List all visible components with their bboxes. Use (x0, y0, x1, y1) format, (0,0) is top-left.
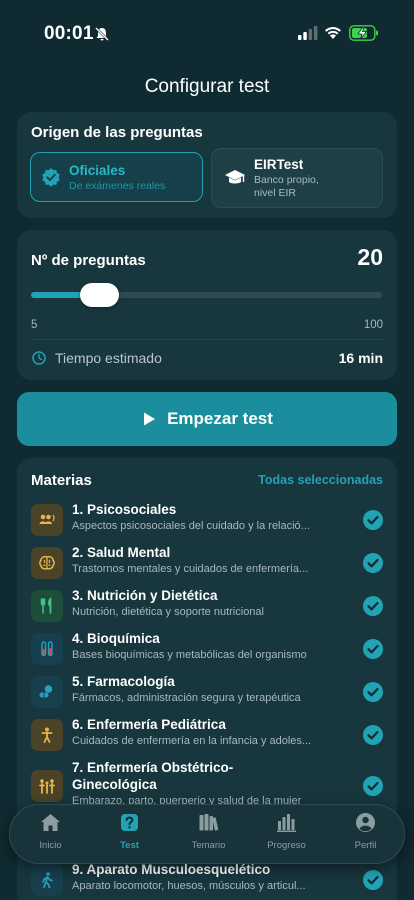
nav-label: Temario (191, 840, 226, 851)
nav-item-progreso[interactable]: Progreso (247, 805, 326, 865)
page-title: Configurar test (144, 76, 270, 97)
eirtest-subtitle-line2: nivel EIR (254, 186, 297, 199)
subject-name-line2: Ginecológica (72, 777, 157, 792)
origin-option-official[interactable]: Oficiales De exámenes reales (30, 152, 203, 202)
bottom-nav: Inicio Test Temario Progreso Perfil (9, 804, 405, 864)
subject-item[interactable]: 1. Psicosociales Aspectos psicosociales … (31, 502, 383, 538)
subject-item[interactable]: 2. Salud Mental Trastornos mentales y cu… (31, 545, 383, 581)
question-icon (121, 814, 138, 831)
estimated-time-label: Tiempo estimado (55, 350, 162, 366)
bar-chart-icon (277, 814, 296, 832)
check-circle-icon[interactable] (363, 682, 383, 702)
slider-min-label: 5 (31, 319, 38, 331)
verified-badge-icon (42, 168, 60, 187)
select-all-link[interactable]: Todas seleccionadas (258, 473, 383, 487)
family-icon (31, 770, 63, 802)
cutlery-icon (31, 590, 63, 622)
start-test-button[interactable]: Empezar test (17, 392, 397, 446)
walking-icon (31, 864, 63, 896)
subjects-heading: Materias (31, 472, 92, 489)
cell-signal-icon (298, 26, 318, 40)
nav-item-test[interactable]: Test (90, 805, 169, 865)
subject-item[interactable]: 9. Aparato Musculoesquelético Aparato lo… (31, 862, 383, 898)
eirtest-title: EIRTest (254, 156, 304, 172)
check-circle-icon[interactable] (363, 510, 383, 530)
subject-name: 2. Salud Mental (72, 545, 171, 560)
wifi-icon (325, 27, 341, 39)
question-count-value: 20 (357, 244, 383, 270)
child-icon (31, 719, 63, 751)
status-bar: 00:01 (0, 0, 414, 60)
check-circle-icon[interactable] (363, 553, 383, 573)
check-circle-icon[interactable] (363, 639, 383, 659)
check-circle-icon[interactable] (363, 725, 383, 745)
estimated-time-value: 16 min (338, 350, 383, 366)
test-tubes-icon (31, 633, 63, 665)
question-count-card: Nº de preguntas 20 5 100 Tiempo estimado… (17, 230, 397, 380)
origin-card: Origen de las preguntas Oficiales De exá… (17, 112, 397, 218)
subject-name: 4. Bioquímica (72, 631, 160, 646)
subject-name: 6. Enfermería Pediátrica (72, 717, 226, 732)
eirtest-subtitle-line1: Banco propio, (254, 173, 319, 186)
pills-icon (31, 676, 63, 708)
check-circle-icon[interactable] (363, 776, 383, 796)
subject-item[interactable]: 7. Enfermería Obstétrico- Ginecológica E… (31, 760, 383, 810)
subject-description: Aparato locomotor, huesos, músculos y ar… (72, 880, 306, 892)
status-time: 00:01 (44, 23, 94, 44)
subject-item[interactable]: 6. Enfermería Pediátrica Cuidados de enf… (31, 717, 383, 753)
official-title: Oficiales (69, 162, 126, 178)
official-subtitle: De exámenes reales (69, 179, 166, 192)
nav-label: Perfil (354, 840, 377, 851)
divider (31, 339, 383, 340)
subject-item[interactable]: 4. Bioquímica Bases bioquímicas y metabó… (31, 631, 383, 667)
battery-charging-icon (349, 25, 378, 41)
people-talk-icon (31, 504, 63, 536)
slider-fill (31, 292, 88, 298)
subject-description: Fármacos, administración segura y terapé… (72, 692, 301, 704)
subject-item[interactable]: 3. Nutrición y Dietética Nutrición, diet… (31, 588, 383, 624)
subject-item[interactable]: 5. Farmacología Fármacos, administración… (31, 674, 383, 710)
clock-icon (32, 351, 46, 365)
play-icon (144, 412, 156, 426)
subject-name: 3. Nutrición y Dietética (72, 588, 218, 603)
brain-icon (31, 547, 63, 579)
origin-heading: Origen de las preguntas (31, 124, 203, 141)
nav-label: Inicio (39, 840, 62, 851)
nav-label: Progreso (267, 840, 306, 851)
subject-description: Bases bioquímicas y metabólicas del orga… (72, 649, 307, 661)
subject-description: Trastornos mentales y cuidados de enferm… (72, 563, 309, 575)
bell-muted-icon (95, 27, 109, 41)
subject-description: Cuidados de enfermería en la infancia y … (72, 735, 312, 747)
subject-name: 1. Psicosociales (72, 502, 177, 517)
nav-item-temario[interactable]: Temario (169, 805, 248, 865)
check-circle-icon[interactable] (363, 870, 383, 890)
subject-name: 5. Farmacología (72, 674, 175, 689)
subject-name: 7. Enfermería Obstétrico- (72, 760, 234, 775)
nav-item-inicio[interactable]: Inicio (11, 805, 90, 865)
check-circle-icon[interactable] (363, 596, 383, 616)
question-count-label: Nº de preguntas (31, 252, 146, 269)
slider-thumb[interactable] (80, 283, 119, 307)
slider-max-label: 100 (363, 319, 383, 331)
origin-option-eirtest[interactable]: EIRTest Banco propio, nivel EIR (211, 148, 383, 208)
subject-description: Aspectos psicosociales del cuidado y la … (72, 520, 310, 532)
start-test-label: Empezar test (167, 409, 273, 428)
nav-label: Test (120, 840, 139, 851)
user-icon (356, 813, 375, 832)
subject-description: Nutrición, dietética y soporte nutricion… (72, 606, 264, 618)
home-icon (41, 814, 60, 831)
graduation-cap-icon (225, 170, 245, 184)
books-icon (199, 814, 219, 831)
nav-item-perfil[interactable]: Perfil (326, 805, 405, 865)
